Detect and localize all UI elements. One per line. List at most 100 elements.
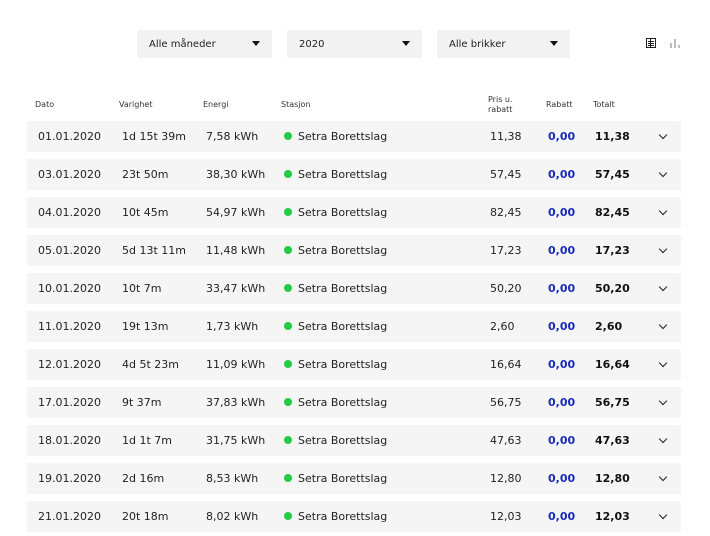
table-row[interactable]: 12.01.2020 4d 5t 23m 11,09 kWh 16,64 0,00 16,… (27, 349, 681, 380)
chevron-down-icon[interactable] (658, 244, 668, 254)
cell-varighet: 19t 13m (122, 320, 169, 333)
cell-totalt: 82,45 (595, 206, 630, 219)
table-header: Dato Varighet Energi Stasjon Pris u. rab… (0, 93, 710, 117)
cell-dato: 17.01.2020 (38, 396, 101, 409)
cell-rabatt: 0,00 (548, 168, 576, 181)
cell-rabatt: 0,00 (548, 472, 576, 485)
cell-dato: 12.01.2020 (38, 358, 101, 371)
cell-rabatt: 0,00 (548, 358, 576, 371)
filter-bar: Alle måneder 2020 Alle brikker (0, 30, 710, 58)
cell-pris: 2,60 (490, 320, 515, 333)
cell-energi: 7,58 kWh (206, 130, 259, 143)
table-row[interactable]: 18.01.2020 1d 1t 7m 31,75 kWh 47,63 0,00 47,6… (27, 425, 681, 456)
table-row[interactable]: 10.01.2020 10t 7m 33,47 kWh 50,20 0,00 50,20 S… (27, 273, 681, 304)
table-row[interactable]: 17.01.2020 9t 37m 37,83 kWh 56,75 0,00 56,75 S… (27, 387, 681, 418)
cell-rabatt: 0,00 (548, 434, 576, 447)
cell-stasjon: Setra Borettslag (284, 235, 387, 266)
cell-totalt: 2,60 (595, 320, 623, 333)
table-view-icon[interactable] (646, 38, 656, 48)
status-dot-icon (284, 170, 292, 178)
station-name: Setra Borettslag (298, 510, 388, 523)
cell-stasjon: Setra Borettslag (284, 501, 387, 532)
caret-down-icon (550, 41, 558, 46)
cell-pris: 82,45 (490, 206, 522, 219)
table-row[interactable]: 05.01.2020 5d 13t 11m 11,48 kWh 17,23 0,00 17… (27, 235, 681, 266)
chevron-down-icon[interactable] (658, 206, 668, 216)
chevron-down-icon[interactable] (658, 130, 668, 140)
chip-select[interactable]: Alle brikker (437, 30, 570, 58)
col-stasjon: Stasjon (281, 100, 311, 109)
cell-pris: 12,80 (490, 472, 522, 485)
cell-dato: 03.01.2020 (38, 168, 101, 181)
chevron-down-icon[interactable] (658, 396, 668, 406)
station-name: Setra Borettslag (298, 472, 388, 485)
chevron-down-icon[interactable] (658, 282, 668, 292)
table-row[interactable]: 03.01.2020 23t 50m 38,30 kWh 57,45 0,00 57,45… (27, 159, 681, 190)
cell-energi: 8,53 kWh (206, 472, 259, 485)
col-pris-line1: Pris u. (488, 95, 513, 104)
view-toggle (646, 38, 680, 48)
station-name: Setra Borettslag (298, 282, 388, 295)
cell-totalt: 17,23 (595, 244, 630, 257)
cell-varighet: 9t 37m (122, 396, 162, 409)
cell-totalt: 47,63 (595, 434, 630, 447)
chart-view-icon[interactable] (670, 38, 680, 48)
year-select-value: 2020 (299, 38, 325, 50)
station-name: Setra Borettslag (298, 320, 388, 333)
chevron-down-icon[interactable] (658, 472, 668, 482)
cell-dato: 01.01.2020 (38, 130, 101, 143)
table-row[interactable]: 19.01.2020 2d 16m 8,53 kWh 12,80 0,00 12,80 Se… (27, 463, 681, 494)
col-pris-line2: rabatt (488, 105, 513, 114)
cell-varighet: 1d 1t 7m (122, 434, 172, 447)
cell-dato: 18.01.2020 (38, 434, 101, 447)
cell-varighet: 10t 7m (122, 282, 162, 295)
year-select[interactable]: 2020 (287, 30, 422, 58)
cell-stasjon: Setra Borettslag (284, 311, 387, 342)
cell-rabatt: 0,00 (548, 130, 576, 143)
chevron-down-icon[interactable] (658, 358, 668, 368)
col-dato: Dato (35, 100, 55, 109)
cell-pris: 47,63 (490, 434, 522, 447)
chevron-down-icon[interactable] (658, 510, 668, 520)
cell-pris: 57,45 (490, 168, 522, 181)
cell-energi: 1,73 kWh (206, 320, 259, 333)
table-row[interactable]: 04.01.2020 10t 45m 54,97 kWh 82,45 0,00 82,45… (27, 197, 681, 228)
cell-energi: 33,47 kWh (206, 282, 266, 295)
status-dot-icon (284, 436, 292, 444)
status-dot-icon (284, 284, 292, 292)
cell-varighet: 1d 15t 39m (122, 130, 186, 143)
cell-energi: 38,30 kWh (206, 168, 266, 181)
cell-energi: 8,02 kWh (206, 510, 259, 523)
status-dot-icon (284, 474, 292, 482)
chevron-down-icon[interactable] (658, 320, 668, 330)
chevron-down-icon[interactable] (658, 434, 668, 444)
cell-dato: 05.01.2020 (38, 244, 101, 257)
cell-rabatt: 0,00 (548, 244, 576, 257)
cell-stasjon: Setra Borettslag (284, 159, 387, 190)
cell-pris: 11,38 (490, 130, 522, 143)
cell-stasjon: Setra Borettslag (284, 463, 387, 494)
caret-down-icon (252, 41, 260, 46)
status-dot-icon (284, 360, 292, 368)
cell-stasjon: Setra Borettslag (284, 387, 387, 418)
table-row[interactable]: 11.01.2020 19t 13m 1,73 kWh 2,60 0,00 2,60 Set… (27, 311, 681, 342)
cell-stasjon: Setra Borettslag (284, 425, 387, 456)
cell-dato: 04.01.2020 (38, 206, 101, 219)
cell-energi: 37,83 kWh (206, 396, 266, 409)
cell-stasjon: Setra Borettslag (284, 349, 387, 380)
status-dot-icon (284, 132, 292, 140)
cell-totalt: 16,64 (595, 358, 630, 371)
table-row[interactable]: 21.01.2020 20t 18m 8,02 kWh 12,03 0,00 12,03 S… (27, 501, 681, 532)
col-energi: Energi (203, 100, 229, 109)
month-select[interactable]: Alle måneder (137, 30, 272, 58)
cell-totalt: 56,75 (595, 396, 630, 409)
cell-varighet: 20t 18m (122, 510, 169, 523)
status-dot-icon (284, 208, 292, 216)
table-row[interactable]: 01.01.2020 1d 15t 39m 7,58 kWh 11,38 0,00 11,… (27, 121, 681, 152)
cell-varighet: 10t 45m (122, 206, 169, 219)
cell-totalt: 57,45 (595, 168, 630, 181)
status-dot-icon (284, 246, 292, 254)
chevron-down-icon[interactable] (658, 168, 668, 178)
cell-rabatt: 0,00 (548, 206, 576, 219)
cell-varighet: 4d 5t 23m (122, 358, 179, 371)
